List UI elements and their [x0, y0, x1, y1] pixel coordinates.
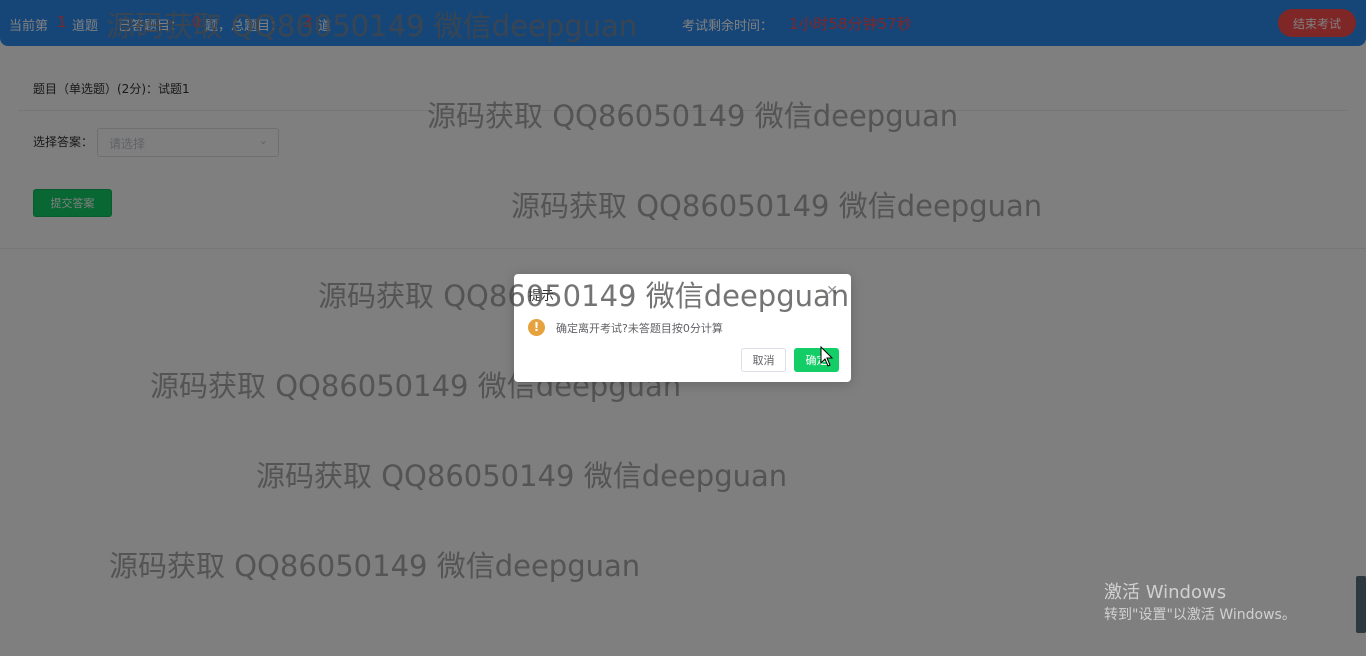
windows-activation-hint: 转到"设置"以激活 Windows。	[1104, 607, 1296, 623]
watermark-text: 源码获取 QQ86050149 微信deepguan	[106, 9, 638, 43]
watermark-text: 源码获取 QQ86050149 微信deepguan	[318, 279, 850, 313]
watermark-text: 源码获取 QQ86050149 微信deepguan	[256, 459, 788, 493]
warning-icon: !	[528, 319, 545, 336]
cancel-button[interactable]: 取消	[741, 348, 786, 372]
dialog-message: 确定离开考试?未答题目按0分计算	[556, 322, 723, 335]
windows-activation-title: 激活 Windows	[1104, 582, 1227, 603]
side-widget-icon[interactable]	[1356, 576, 1366, 633]
mouse-cursor-icon	[820, 346, 834, 367]
watermark-text: 源码获取 QQ86050149 微信deepguan	[427, 99, 959, 133]
watermark-text: 源码获取 QQ86050149 微信deepguan	[511, 189, 1043, 223]
watermark-text: 源码获取 QQ86050149 微信deepguan	[109, 549, 641, 583]
